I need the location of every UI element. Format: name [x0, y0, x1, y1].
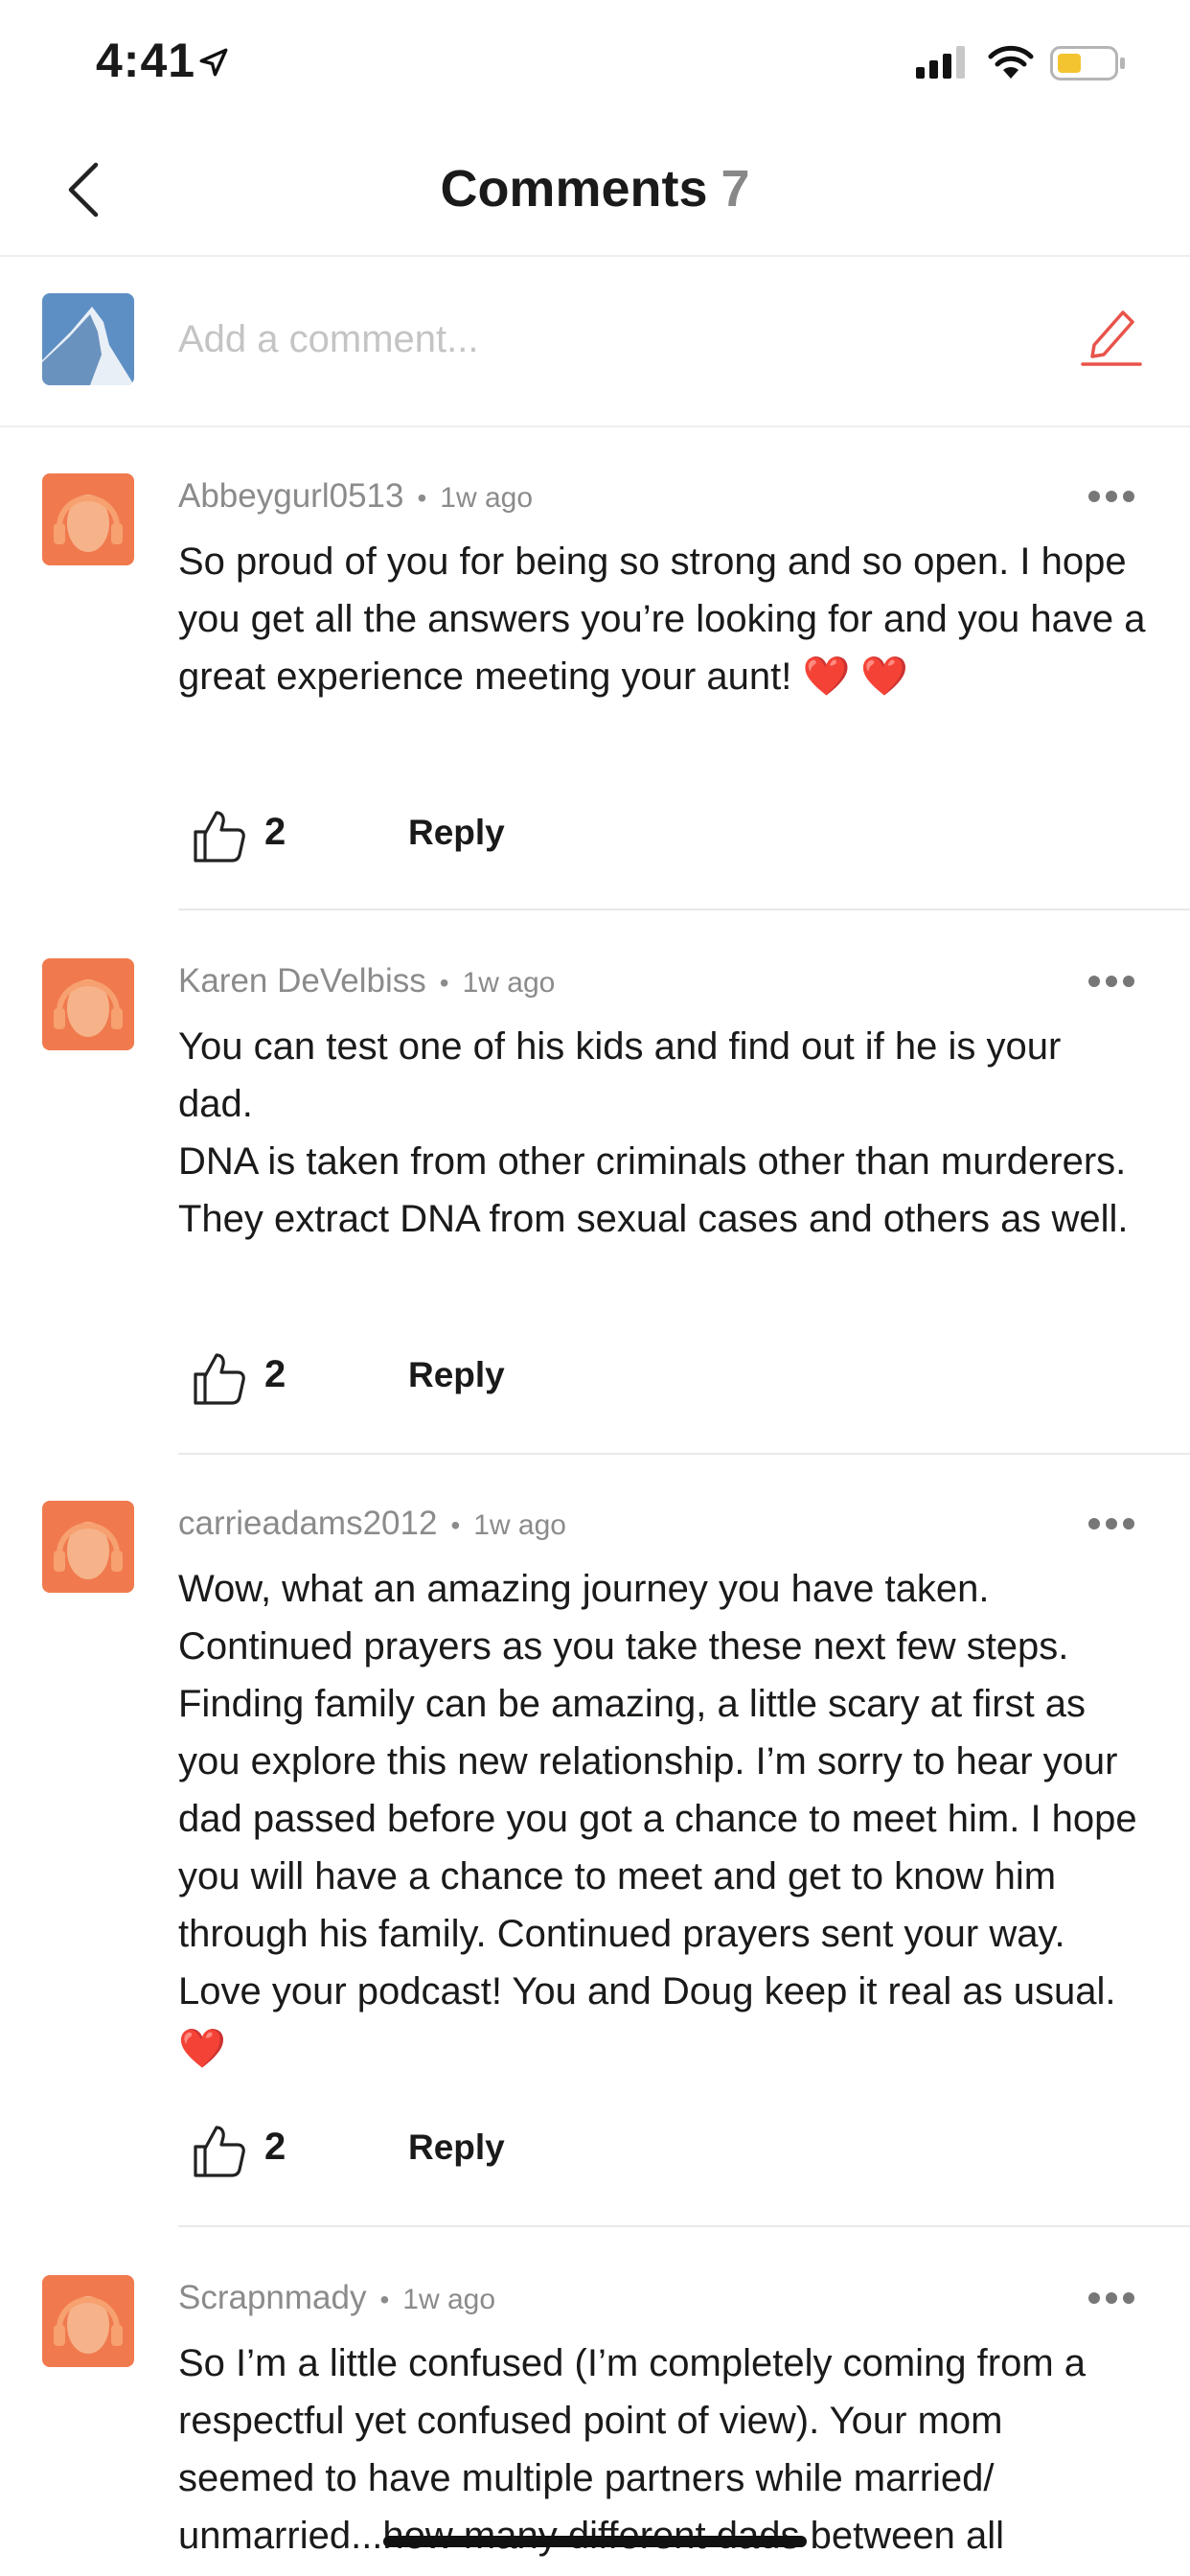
edit-pencil-icon[interactable]	[1081, 301, 1142, 368]
divider	[178, 908, 1190, 910]
divider	[178, 2225, 1190, 2227]
commenter-avatar	[42, 1501, 134, 1593]
comment-username[interactable]: carrieadams2012	[178, 1505, 437, 1542]
reply-button[interactable]: Reply	[408, 813, 505, 853]
user-avatar	[42, 293, 134, 385]
cellular-signal-icon	[916, 46, 965, 79]
comment-time: 1w ago	[473, 1509, 566, 1541]
like-count: 2	[264, 1353, 286, 1395]
comment-meta: Karen DeVelbiss • 1w ago	[178, 962, 556, 1000]
header: Comments 7	[0, 125, 1190, 257]
comment-meta: carrieadams2012 • 1w ago	[178, 1505, 566, 1542]
comment-meta: Abbeygurl0513 • 1w ago	[178, 477, 534, 515]
comment-meta: Scrapnmady • 1w ago	[178, 2279, 496, 2316]
status-bar: 4:41	[0, 0, 1190, 125]
location-arrow-icon	[199, 48, 228, 77]
commenter-avatar	[42, 2275, 134, 2367]
add-comment-bar	[0, 257, 1190, 427]
comment-text: Wow, what an amazing journey you have ta…	[178, 1568, 1137, 2070]
commenter-avatar	[42, 473, 134, 565]
comment-text: You can test one of his kids and find ou…	[178, 1025, 1129, 1240]
reply-button[interactable]: Reply	[408, 1355, 505, 1395]
comment-time: 1w ago	[462, 967, 556, 999]
comment-text: So proud of you for being so strong and …	[178, 540, 1146, 698]
comment-username[interactable]: Abbeygurl0513	[178, 477, 403, 515]
more-options-icon[interactable]	[1087, 2288, 1136, 2308]
status-time: 4:41	[96, 34, 196, 87]
more-options-icon[interactable]	[1087, 972, 1136, 991]
thumbs-up-icon[interactable]	[190, 807, 247, 864]
battery-icon	[1050, 46, 1125, 80]
comment-time: 1w ago	[402, 2284, 496, 2315]
commenter-avatar	[42, 958, 134, 1050]
reply-button[interactable]: Reply	[408, 2128, 505, 2168]
like-count: 2	[264, 811, 286, 853]
comment-username[interactable]: Scrapnmady	[178, 2279, 366, 2316]
comment-username[interactable]: Karen DeVelbiss	[178, 962, 426, 1000]
wifi-icon	[988, 45, 1034, 79]
divider	[178, 1453, 1190, 1455]
home-indicator[interactable]	[383, 2536, 807, 2547]
add-comment-input[interactable]	[178, 310, 1041, 368]
comment-count: 7	[721, 160, 750, 218]
thumbs-up-icon[interactable]	[190, 1349, 247, 1407]
comment-time: 1w ago	[440, 482, 534, 514]
like-count: 2	[264, 2126, 286, 2168]
more-options-icon[interactable]	[1087, 1514, 1136, 1533]
more-options-icon[interactable]	[1087, 487, 1136, 506]
page-title: Comments 7	[0, 159, 1190, 218]
thumbs-up-icon[interactable]	[190, 2122, 247, 2179]
page-title-text: Comments	[440, 160, 708, 218]
